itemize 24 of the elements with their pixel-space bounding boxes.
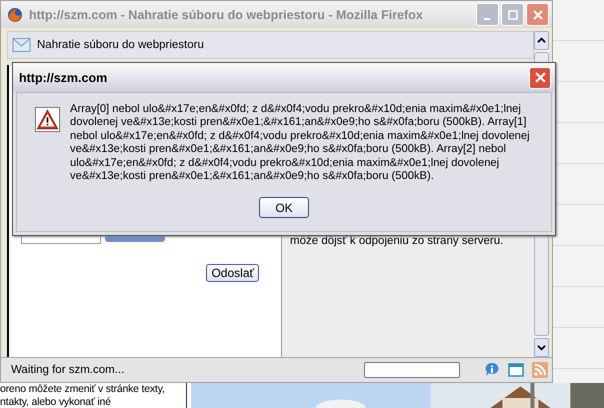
message-text: Array[0] nebol ulo&#x17e;en&#x0fd; z d&#x0f4;vodu prekro&#x10d;enia maxim&#x0e1;lnej dovolenej ve&#x13e;kosti pren&#x0e1;&#x161;an&#x0e9;ho s&#x0fa;boru (500kB). Array[1] nebol ulo&#x17e;en&#x0fd; z d&#x0f4;vodu prekro&#x10d;enia maxim&#x0e1;lnej dovolenej ve&#x13e;kosti pren&#x0e1;&#x161;an&#x0e9;ho s&#x0fa;boru (500kB). Array[2] nebol ulo&#x17e;en&#x0fd; z d&#x0f4;vodu prekro&#x10d;enia maxim&#x0e1;lnej dovolenej ve&#x13e;kosti pren&#x0e1;&#x161;an&#x0e9;ho s&#x0fa;boru (500kB). <box>70 103 531 184</box>
page-text: ntakty, alebo vykonať iné <box>0 396 112 408</box>
ok-button[interactable]: OK <box>259 197 309 218</box>
window-icon[interactable] <box>508 362 524 378</box>
feed-icon[interactable] <box>532 362 548 378</box>
globe-icon <box>7 6 23 22</box>
envelope-icon <box>12 38 31 52</box>
maximize-button[interactable] <box>501 3 524 26</box>
send-button[interactable]: Odoslať <box>206 264 259 282</box>
status-text: Waiting for szm.com... <box>11 364 126 376</box>
page-text: oreno môžete zmeniť v stránke texty, <box>0 383 166 396</box>
close-button[interactable] <box>529 66 551 88</box>
close-icon <box>532 10 542 20</box>
window-title: http://szm.com - Nahratie súboru do webpriestoru - Mozilla Firefox <box>29 8 424 22</box>
info-text: môže dôjsť k odpojeniu zo strany serveru. <box>290 235 504 247</box>
info-icon[interactable] <box>484 362 500 378</box>
minimize-button[interactable] <box>476 3 499 26</box>
minimize-icon <box>484 18 490 20</box>
close-icon <box>534 72 546 83</box>
maximize-icon <box>508 10 518 20</box>
warning-icon <box>35 107 60 132</box>
header-title: Nahratie súboru do webpriestoru <box>37 39 204 51</box>
close-button[interactable] <box>526 3 549 26</box>
dialog-title: http://szm.com <box>19 70 108 84</box>
